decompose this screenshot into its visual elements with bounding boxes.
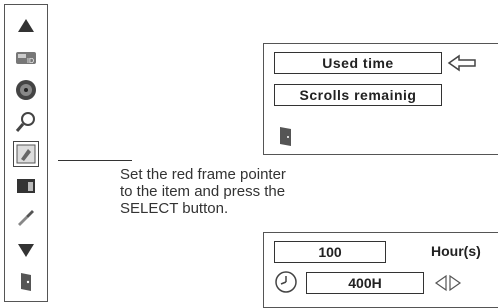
- clock-icon: [275, 271, 297, 293]
- scroll-down-icon[interactable]: [13, 237, 39, 263]
- used-time-item[interactable]: Used time: [274, 52, 442, 74]
- scroll-up-icon[interactable]: [13, 13, 39, 39]
- magnifier-icon[interactable]: [13, 109, 39, 135]
- setting-submenu-panel: Used time Scrolls remainig: [263, 43, 498, 155]
- wrench-icon[interactable]: [13, 205, 39, 231]
- scrolls-remaining-item[interactable]: Scrolls remainig: [274, 84, 442, 106]
- instruction-line-1: Set the red frame pointer: [120, 166, 286, 183]
- color-disc-icon[interactable]: [13, 77, 39, 103]
- instruction-line-2: to the item and press the: [120, 183, 286, 200]
- hours-unit-label: Hour(s): [431, 243, 481, 259]
- screen-icon[interactable]: [13, 173, 39, 199]
- menu-icon-column: ID: [4, 4, 48, 302]
- pointer-arrow-icon: [447, 54, 476, 72]
- instruction-line-3: SELECT button.: [120, 200, 229, 217]
- timer-panel: 100 Hour(s) 400H: [263, 232, 498, 308]
- exit-icon[interactable]: [278, 125, 294, 147]
- hours-value-field: 100: [274, 241, 386, 263]
- instruction-text: Set the red frame pointer to the item an…: [120, 166, 340, 217]
- exit-icon[interactable]: [13, 269, 39, 295]
- svg-text:ID: ID: [27, 58, 34, 65]
- timer-setting-field[interactable]: 400H: [306, 272, 424, 294]
- adjust-left-right-icon[interactable]: [434, 273, 462, 293]
- setting-icon[interactable]: [13, 141, 39, 167]
- callout-line: [58, 160, 132, 161]
- id-card-icon[interactable]: ID: [13, 45, 39, 71]
